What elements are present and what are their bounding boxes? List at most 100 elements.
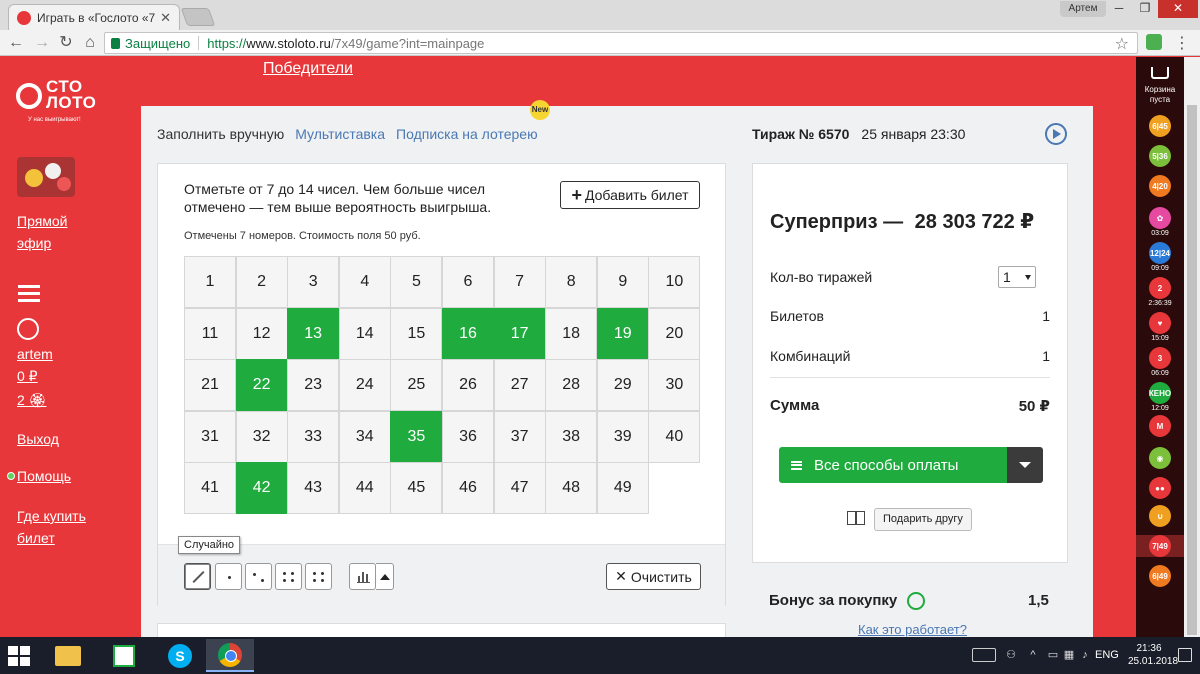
extension-icon[interactable] <box>1146 34 1162 50</box>
clear-button[interactable]: ✕ Очистить <box>606 563 701 590</box>
number-cell[interactable]: 4 <box>338 256 391 308</box>
stoloto-logo[interactable]: СТО ЛОТО У нас выигрывают! <box>16 77 126 127</box>
notification-icon[interactable] <box>1178 648 1192 662</box>
lottery-item[interactable]: 6|45 <box>1136 115 1184 137</box>
number-cell[interactable]: 10 <box>648 256 701 308</box>
number-cell[interactable]: 41 <box>184 462 236 515</box>
number-cell[interactable]: 11 <box>184 307 236 360</box>
back-arrow-icon[interactable]: ← <box>6 33 26 53</box>
number-cell[interactable]: 9 <box>596 256 649 308</box>
lottery-item[interactable]: 7|49 <box>1136 535 1184 557</box>
new-tab-button[interactable] <box>180 8 216 26</box>
number-cell[interactable]: 14 <box>338 307 391 360</box>
number-cell[interactable]: 23 <box>287 359 340 412</box>
number-cell[interactable]: 3 <box>287 256 340 308</box>
lottery-item[interactable]: ✿ 03:09 <box>1136 207 1184 237</box>
number-cell[interactable]: 22 <box>235 359 288 412</box>
lottery-item[interactable]: ●● <box>1136 477 1184 499</box>
profile-button[interactable]: Артем <box>1060 1 1106 17</box>
winners-link[interactable]: Победители <box>263 60 353 78</box>
bonus-link[interactable]: 2 🏵 <box>17 392 46 409</box>
fill-pattern-1-button[interactable] <box>215 563 242 590</box>
tray-chevron-icon[interactable]: ^ <box>1027 649 1039 661</box>
scroll-thumb[interactable] <box>1187 105 1197 635</box>
keyboard-icon[interactable] <box>972 648 996 662</box>
windows-start-icon[interactable] <box>8 646 30 666</box>
help-link[interactable]: Помощь <box>17 465 71 487</box>
number-cell[interactable]: 27 <box>493 359 546 412</box>
number-cell[interactable]: 29 <box>596 359 649 412</box>
lottery-item[interactable]: ◉ <box>1136 447 1184 469</box>
taskbar-notes[interactable] <box>100 639 148 672</box>
people-icon[interactable]: ⚇ <box>1005 649 1017 661</box>
lottery-item[interactable]: ♥ 15:09 <box>1136 312 1184 342</box>
number-cell[interactable]: 28 <box>545 359 598 412</box>
number-cell[interactable]: 5 <box>390 256 443 308</box>
browser-menu-icon[interactable]: ⋮ <box>1174 33 1190 53</box>
number-cell[interactable]: 20 <box>648 307 701 360</box>
number-cell[interactable]: 1 <box>184 256 236 308</box>
logout-link[interactable]: Выход <box>17 428 59 450</box>
close-tab-icon[interactable]: ✕ <box>160 10 171 26</box>
lottery-item[interactable]: 5|36 <box>1136 145 1184 167</box>
number-cell[interactable]: 8 <box>545 256 598 308</box>
language-indicator[interactable]: ENG <box>1095 649 1119 661</box>
number-cell[interactable]: 36 <box>442 410 494 463</box>
number-cell[interactable]: 43 <box>287 462 340 515</box>
number-cell[interactable]: 35 <box>390 410 443 463</box>
home-icon[interactable]: ⌂ <box>80 33 100 53</box>
hamburger-menu-icon[interactable] <box>18 285 40 306</box>
username-link[interactable]: artem <box>17 343 53 365</box>
live-stream-link[interactable]: Прямой эфир <box>17 210 87 254</box>
number-cell[interactable]: 12 <box>235 307 288 360</box>
number-cell[interactable]: 25 <box>390 359 443 412</box>
number-cell[interactable]: 44 <box>338 462 391 515</box>
bookmark-star-icon[interactable]: ☆ <box>1115 34 1129 54</box>
maximize-icon[interactable]: ❐ <box>1132 0 1158 18</box>
number-cell[interactable]: 38 <box>545 410 598 463</box>
fill-pattern-2-button[interactable] <box>245 563 272 590</box>
lottery-item[interactable]: 6|49 <box>1136 565 1184 587</box>
number-cell[interactable]: 13 <box>287 307 340 360</box>
number-cell[interactable]: 42 <box>235 462 288 515</box>
number-cell[interactable]: 2 <box>235 256 288 308</box>
number-cell[interactable]: 40 <box>648 410 701 463</box>
number-cell[interactable]: 34 <box>338 410 391 463</box>
lottery-item[interactable]: ∪ <box>1136 505 1184 527</box>
play-icon[interactable] <box>1045 123 1067 145</box>
lottery-item[interactable]: 2 2:36:39 <box>1136 277 1184 307</box>
minimize-icon[interactable]: ─ <box>1106 0 1132 18</box>
add-ticket-button[interactable]: + Добавить билет <box>560 181 700 209</box>
number-cell[interactable]: 17 <box>493 307 546 360</box>
payment-dropdown-button[interactable] <box>1007 447 1043 483</box>
battery-icon[interactable]: ▭ <box>1047 649 1059 661</box>
number-cell[interactable]: 26 <box>442 359 494 412</box>
number-cell[interactable]: 7 <box>493 256 546 308</box>
draws-select[interactable]: 1 <box>998 266 1036 288</box>
number-cell[interactable]: 45 <box>390 462 443 515</box>
number-cell[interactable]: 48 <box>545 462 598 515</box>
pay-button[interactable]: Все способы оплаты <box>779 447 1007 483</box>
lottery-item[interactable]: М <box>1136 415 1184 437</box>
forward-arrow-icon[interactable]: → <box>32 33 52 53</box>
number-cell[interactable]: 18 <box>545 307 598 360</box>
tab-subscription[interactable]: Подписка на лотерею <box>396 126 538 142</box>
number-cell[interactable]: 46 <box>442 462 494 515</box>
live-stream-thumbnail[interactable] <box>17 157 75 197</box>
number-cell[interactable]: 39 <box>596 410 649 463</box>
taskbar-clock[interactable]: 21:36 25.01.2018 <box>1128 642 1178 668</box>
number-cell[interactable]: 31 <box>184 410 236 463</box>
gift-button[interactable]: Подарить другу <box>874 508 972 531</box>
user-icon[interactable] <box>17 318 39 340</box>
where-to-buy-link[interactable]: Где купить билет <box>17 505 97 549</box>
address-bar[interactable]: Защищено https:// www.stoloto.ru /7x49/g… <box>104 32 1138 54</box>
tab-multibet[interactable]: Мультиставка <box>295 126 385 142</box>
stats-expand-button[interactable] <box>376 563 394 590</box>
number-cell[interactable]: 49 <box>596 462 649 515</box>
number-cell[interactable]: 19 <box>596 307 649 360</box>
close-window-icon[interactable]: ✕ <box>1158 0 1198 18</box>
number-cell[interactable]: 16 <box>442 307 494 360</box>
network-icon[interactable]: ▦ <box>1063 649 1075 661</box>
tab-manual[interactable]: Заполнить вручную <box>157 126 284 142</box>
fill-pattern-4-button[interactable] <box>275 563 302 590</box>
